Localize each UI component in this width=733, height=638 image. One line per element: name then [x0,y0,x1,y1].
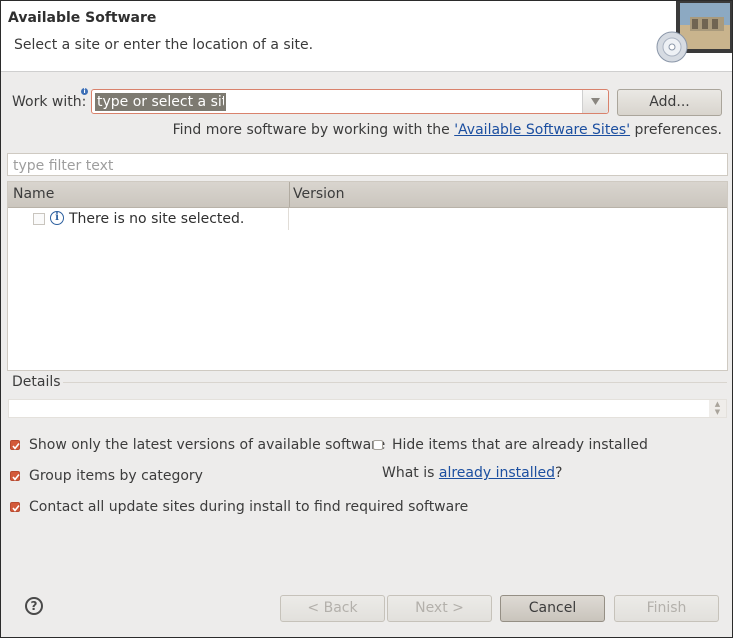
chevron-down-icon [591,98,600,105]
details-area[interactable]: ▲ ▼ [8,399,727,418]
cancel-button[interactable]: Cancel [500,595,605,622]
page-title: Available Software [8,10,157,26]
work-with-input[interactable] [95,93,226,111]
check-icon [12,474,20,481]
column-header-version[interactable]: Version [293,186,344,202]
filter-field[interactable] [7,153,728,176]
find-more-suffix: preferences. [630,122,723,138]
work-with-combo[interactable] [91,89,609,114]
software-banner-image [656,1,732,63]
row-name: There is no site selected. [69,211,245,227]
contact-all-sites-label[interactable]: Contact all update sites during install … [29,499,468,515]
show-latest-label[interactable]: Show only the latest versions of availab… [29,437,385,453]
row-column-divider [288,208,289,230]
contact-all-sites-checkbox[interactable] [10,502,20,512]
install-dialog: Available Software Select a site or ente… [0,0,733,638]
details-label: Details [12,374,61,390]
find-more-software-text: Find more software by working with the '… [173,122,722,138]
table-row[interactable]: i There is no site selected. [8,208,727,230]
add-site-button[interactable]: Add... [617,89,722,116]
next-button[interactable]: Next > [387,595,492,622]
filter-input[interactable] [11,155,715,176]
finish-button[interactable]: Finish [614,595,719,622]
what-is-prefix: What is [382,465,439,481]
work-with-label: Work with: [12,94,87,110]
group-by-category-checkbox[interactable] [10,471,20,481]
find-more-prefix: Find more software by working with the [172,122,455,138]
column-divider[interactable] [289,182,290,207]
group-by-category-label[interactable]: Group items by category [29,468,203,484]
check-icon [12,505,20,512]
work-with-dropdown-button[interactable] [582,90,608,113]
what-is-installed-text: What is already installed? [382,465,562,481]
available-software-sites-link[interactable]: 'Available Software Sites' [454,122,630,138]
info-decoration-icon: i [81,88,88,95]
software-table[interactable]: Name Version i There is no site selected… [7,181,728,371]
back-button[interactable]: < Back [280,595,385,622]
already-installed-link[interactable]: already installed [439,465,555,481]
show-latest-checkbox[interactable] [10,440,20,450]
column-header-name[interactable]: Name [13,186,54,202]
table-header: Name Version [8,182,727,208]
hide-installed-checkbox[interactable] [373,440,383,450]
info-icon: i [50,211,64,225]
page-description: Select a site or enter the location of a… [14,37,314,53]
row-checkbox[interactable] [33,213,45,225]
check-icon [12,443,20,450]
details-separator [63,382,727,383]
what-is-suffix: ? [555,465,563,481]
header-banner: Available Software Select a site or ente… [1,1,732,72]
details-scrollbar[interactable]: ▲ ▼ [709,400,726,417]
hide-installed-label[interactable]: Hide items that are already installed [392,437,648,453]
help-icon[interactable]: ? [25,597,43,615]
